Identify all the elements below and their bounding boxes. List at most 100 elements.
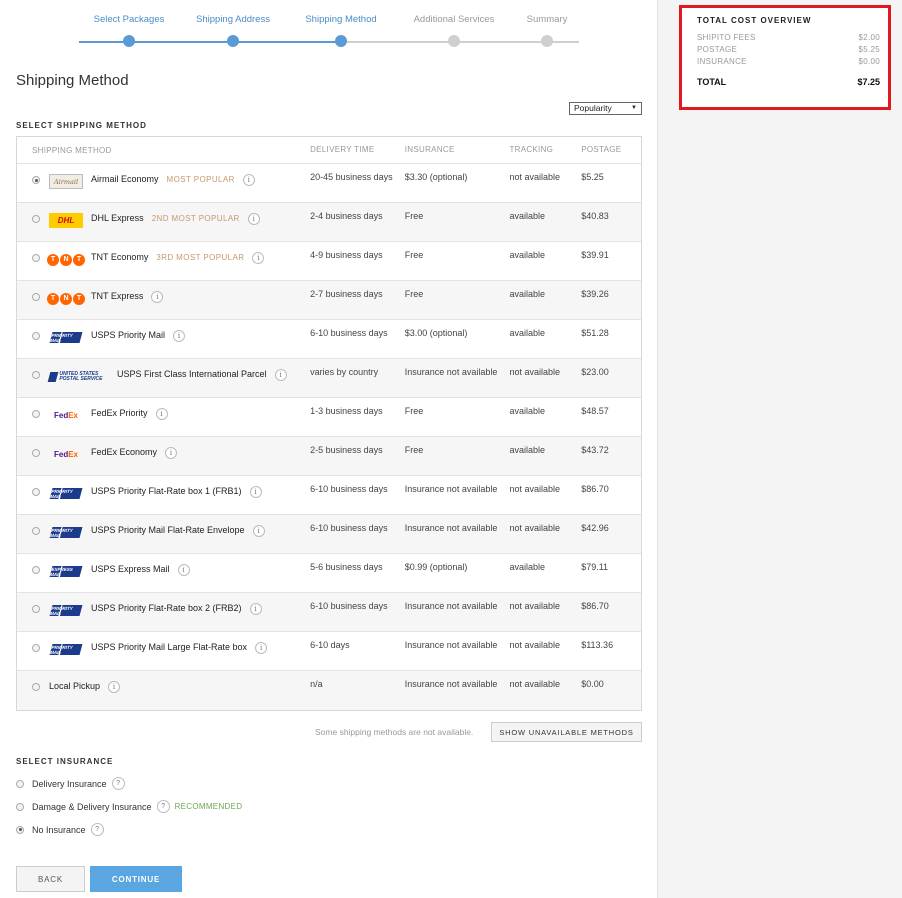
help-icon[interactable]: ?	[156, 800, 170, 813]
radio-button[interactable]	[32, 683, 40, 691]
method-name: TNT Express	[91, 291, 144, 301]
table-header: SHIPPING METHOD DELIVERY TIME INSURANCE …	[17, 137, 641, 164]
info-icon[interactable]: i	[274, 369, 287, 381]
insurance-option-delivery[interactable]: Delivery Insurance ?	[16, 777, 125, 790]
cell-delivery-time: 2-4 business days	[310, 211, 383, 221]
header-delivery-time: DELIVERY TIME	[310, 145, 375, 154]
cell-insurance: Free	[404, 289, 424, 299]
insurance-option-damage-delivery[interactable]: Damage & Delivery Insurance ? RECOMMENDE…	[16, 800, 242, 813]
cell-tracking: not available	[509, 640, 560, 650]
radio-button[interactable]	[32, 293, 40, 301]
tnt-logo: TNT	[47, 291, 85, 306]
info-icon[interactable]: i	[255, 642, 268, 654]
info-icon[interactable]: i	[252, 525, 265, 537]
info-icon[interactable]: i	[173, 330, 186, 342]
table-row[interactable]: T N T TNT Express i 2-7 business days Free avai…	[17, 281, 641, 320]
insurance-option-none[interactable]: No Insurance ?	[16, 823, 104, 836]
cell-shipping-method: PRIORITY MAIL USPS Priority Mail i	[17, 320, 310, 358]
radio-button[interactable]	[32, 527, 40, 535]
cell-delivery-time: n/a	[310, 679, 323, 689]
header-insurance: INSURANCE	[404, 145, 455, 154]
back-button[interactable]: BACK	[16, 866, 85, 892]
cost-total-label: TOTAL	[697, 77, 727, 87]
cell-insurance: $0.99 (optional)	[404, 562, 468, 572]
cell-shipping-method: Airmail Airmail Economy MOST POPULAR i	[17, 164, 310, 202]
help-icon[interactable]: ?	[90, 823, 104, 836]
radio-button[interactable]	[32, 488, 40, 496]
step-label: Shipping Method	[305, 14, 377, 25]
popularity-badge: MOST POPULAR	[166, 175, 235, 184]
table-row[interactable]: Airmail Airmail Economy MOST POPULAR i 20-45…	[17, 164, 641, 203]
cell-insurance: $3.00 (optional)	[404, 328, 468, 338]
radio-button[interactable]	[32, 332, 40, 340]
info-icon[interactable]: i	[249, 603, 262, 615]
info-icon[interactable]: i	[155, 408, 168, 420]
show-unavailable-methods-button[interactable]: SHOW UNAVAILABLE METHODS	[491, 722, 642, 742]
insurance-section-label: SELECT INSURANCE	[16, 757, 114, 766]
help-icon[interactable]: ?	[111, 777, 125, 790]
info-icon[interactable]: i	[249, 486, 262, 498]
table-row[interactable]: Local Pickup i n/a Insurance not available n…	[17, 671, 641, 710]
cell-shipping-method: UNITED STATES POSTAL SERVICE USPS First C…	[17, 359, 310, 397]
info-icon[interactable]: i	[247, 213, 260, 225]
cell-postage: $113.36	[581, 640, 614, 650]
table-row[interactable]: PRIORITY MAIL USPS Priority Flat-Rate box…	[17, 593, 641, 632]
table-row[interactable]: PRIORITY MAIL USPS Priority Mail Flat-Rat…	[17, 515, 641, 554]
sort-selected-value: Popularity	[574, 103, 612, 113]
info-icon[interactable]: i	[252, 252, 265, 264]
popularity-badge: 2ND MOST POPULAR	[151, 214, 240, 223]
radio-button[interactable]	[32, 449, 40, 457]
table-row[interactable]: Fed Ex FedEx Economy i 2-5 business days Free…	[17, 437, 641, 476]
info-icon[interactable]: i	[151, 291, 164, 303]
table-row[interactable]: DHL DHL Express 2ND MOST POPULAR i 2-4 busin…	[17, 203, 641, 242]
radio-button[interactable]	[32, 566, 40, 574]
cell-shipping-method: PRIORITY MAIL USPS Priority Mail Flat-Rat…	[17, 515, 310, 553]
radio-button[interactable]	[32, 215, 40, 223]
dhl-logo: DHL	[49, 213, 83, 228]
method-name: USPS Priority Mail Flat-Rate Envelope	[91, 525, 245, 535]
cell-postage: $5.25	[581, 172, 604, 182]
step-label: Shipping Address	[196, 14, 270, 25]
cell-delivery-time: 4-9 business days	[310, 250, 383, 260]
page-title: Shipping Method	[16, 72, 129, 89]
cost-line-label: SHIPITO FEES	[697, 33, 756, 42]
table-row[interactable]: PRIORITY MAIL USPS Priority Mail i 6-10 bus…	[17, 320, 641, 359]
step-select-packages[interactable]: Select Packages	[74, 12, 184, 47]
table-row[interactable]: Fed Ex FedEx Priority i 1-3 business days Fre…	[17, 398, 641, 437]
cell-insurance: Free	[404, 445, 424, 455]
cell-tracking: not available	[509, 172, 560, 182]
continue-button[interactable]: CONTINUE	[90, 866, 182, 892]
table-row[interactable]: EXPRESS MAIL USPS Express Mail i 5-6 busine…	[17, 554, 641, 593]
info-icon[interactable]: i	[108, 681, 121, 693]
sort-select[interactable]: Popularity ▼	[569, 102, 642, 115]
info-icon[interactable]: i	[165, 447, 178, 459]
info-icon[interactable]: i	[242, 174, 255, 186]
step-dot	[541, 35, 553, 47]
step-shipping-address[interactable]: Shipping Address	[178, 12, 288, 47]
radio-button[interactable]	[32, 371, 40, 379]
radio-button[interactable]	[32, 605, 40, 613]
cell-shipping-method: PRIORITY MAIL USPS Priority Flat-Rate box…	[17, 593, 310, 631]
radio-button[interactable]	[32, 410, 40, 418]
method-name: USPS First Class International Parcel	[117, 369, 267, 379]
table-row[interactable]: PRIORITY MAIL USPS Priority Mail Large Fl…	[17, 632, 641, 671]
radio-button[interactable]	[32, 254, 40, 262]
radio-button[interactable]	[16, 802, 24, 811]
header-tracking: TRACKING	[509, 145, 554, 154]
table-row[interactable]: PRIORITY MAIL USPS Priority Flat-Rate box…	[17, 476, 641, 515]
usps-logo: PRIORITY MAIL	[49, 603, 83, 618]
step-shipping-method[interactable]: Shipping Method	[286, 12, 396, 47]
radio-button[interactable]	[16, 779, 24, 788]
step-dot	[448, 35, 460, 47]
table-row[interactable]: T N T TNT Economy 3RD MOST POPULAR i 4-9 busin…	[17, 242, 641, 281]
cell-postage: $0.00	[581, 679, 604, 689]
info-icon[interactable]: i	[177, 564, 190, 576]
radio-button[interactable]	[32, 176, 40, 184]
radio-button[interactable]	[16, 825, 24, 834]
radio-button[interactable]	[32, 644, 40, 652]
cell-tracking: not available	[509, 523, 560, 533]
cell-insurance: Insurance not available	[404, 601, 498, 611]
table-row[interactable]: UNITED STATES POSTAL SERVICE USPS First C…	[17, 359, 641, 398]
cell-insurance: Insurance not available	[404, 523, 498, 533]
unavailable-note: Some shipping methods are not available.	[315, 727, 474, 737]
